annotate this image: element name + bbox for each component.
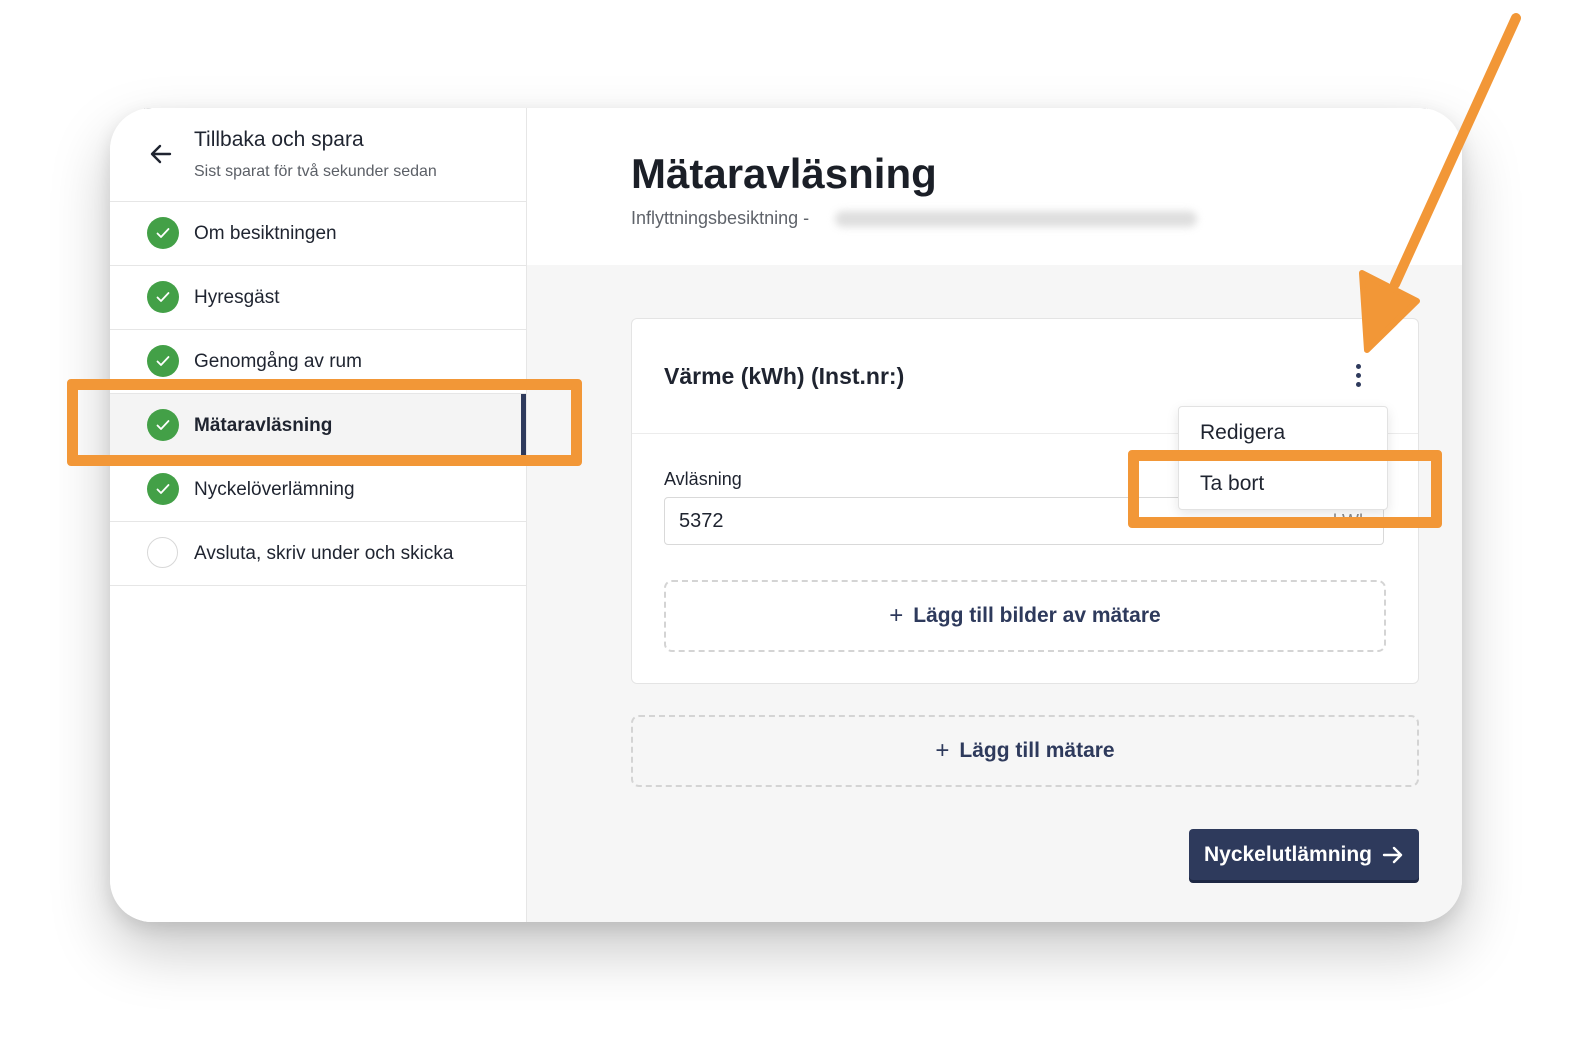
annotation-arrow [1359, 13, 1521, 353]
